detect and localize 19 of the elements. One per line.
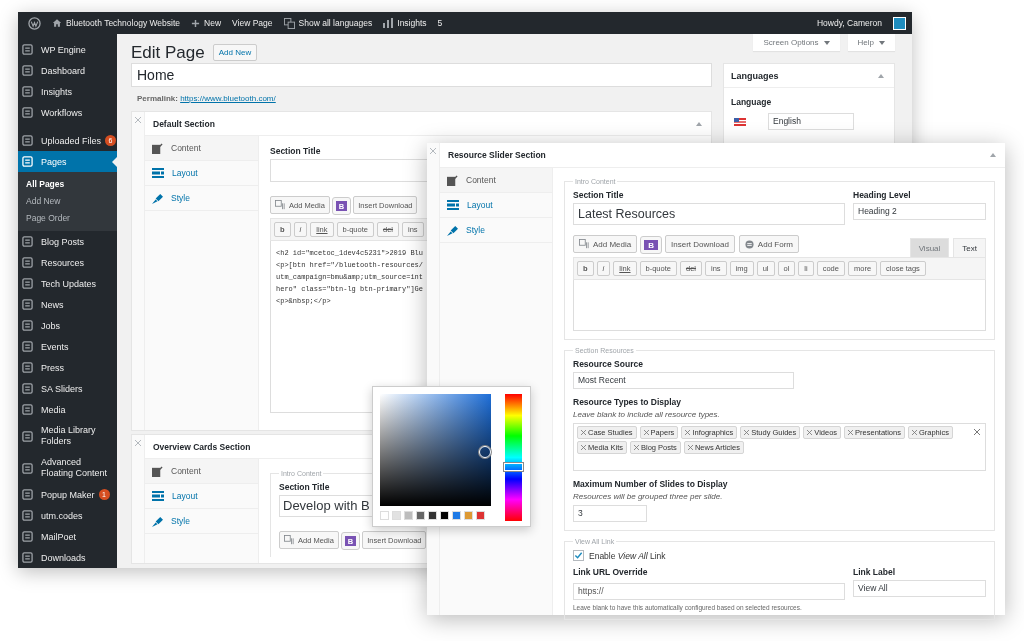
field-label: Heading Level: [853, 190, 911, 200]
panel-title: Languages: [731, 70, 779, 81]
permalink-label: Permalink:: [137, 94, 178, 103]
field-hint: Resources will be grouped three per slide.: [573, 492, 723, 501]
section-title: Default Section: [153, 118, 215, 129]
field-label: Link URL Override: [573, 567, 648, 577]
page-heading: Edit Page: [131, 43, 205, 63]
checkbox-label: Enable View All Link: [589, 550, 666, 561]
field-label: Section Title: [573, 190, 624, 200]
field-hint: Leave blank to include all resource types.: [573, 410, 720, 419]
section-title: Overview Cards Section: [153, 441, 251, 452]
section-title: Resource Slider Section: [448, 150, 546, 160]
field-label: Section Title: [279, 482, 330, 492]
field-label: Section Title: [270, 146, 321, 156]
field-label: Link Label: [853, 567, 896, 577]
field-label: Resource Types to Display: [573, 397, 682, 407]
field-label: Language: [731, 97, 772, 107]
field-label: Resource Source: [573, 359, 643, 369]
field-label: Maximum Number of Slides to Display: [573, 479, 728, 489]
